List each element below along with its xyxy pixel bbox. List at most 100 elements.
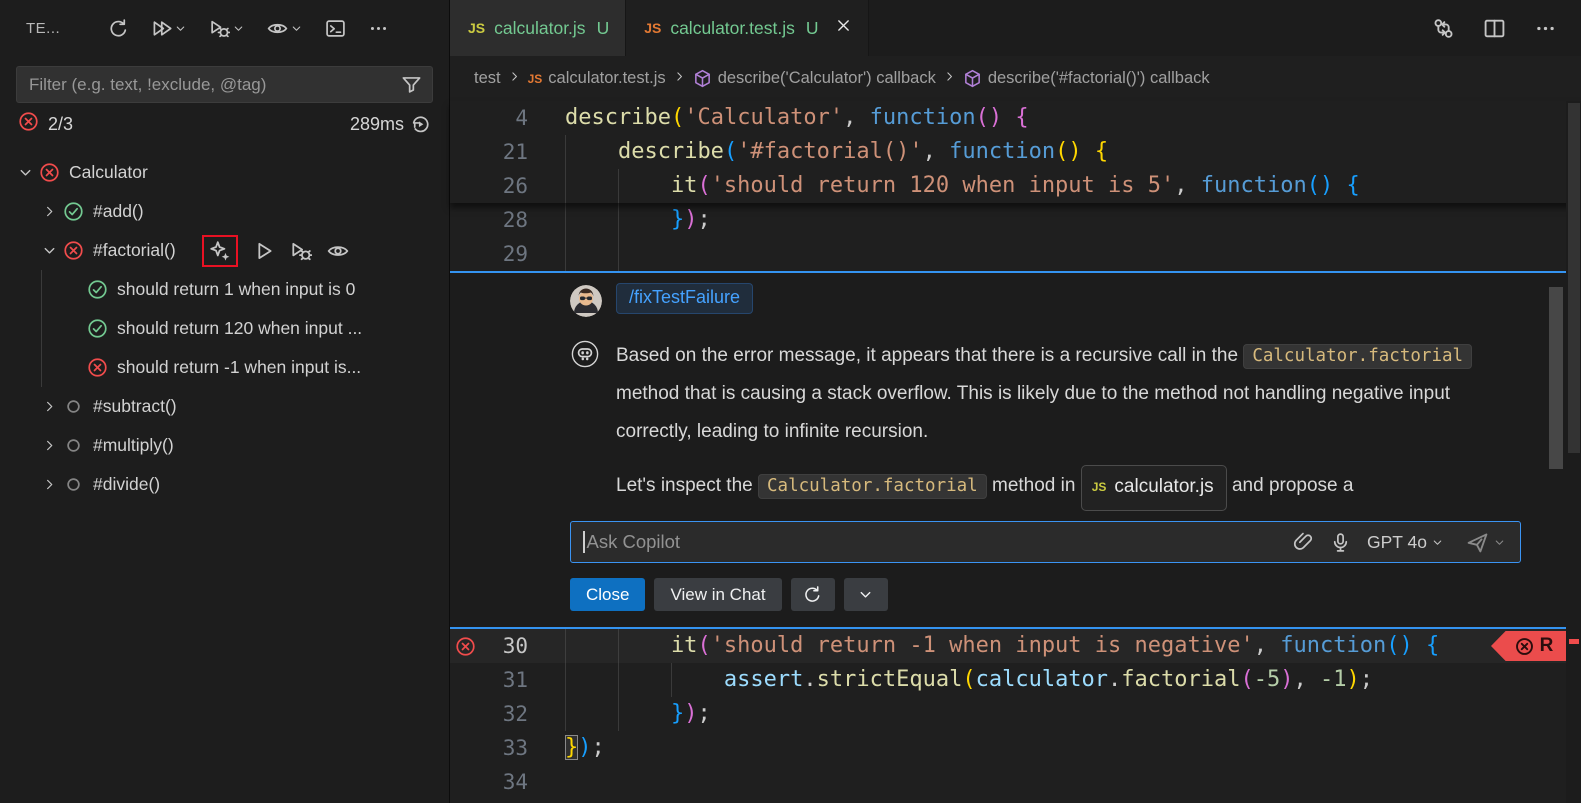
chevron-right-icon[interactable] [38, 399, 60, 414]
chevron-down-icon[interactable] [14, 164, 36, 181]
test-tree-item--subtract-[interactable]: #subtract() [0, 387, 449, 426]
sparkle-icon [209, 240, 231, 262]
attach-context-button[interactable] [1293, 532, 1314, 553]
test-state-fail-icon [84, 357, 110, 378]
indent-guide [618, 203, 671, 237]
breadcrumb: test JScalculator.test.js describe('Calcul… [450, 56, 1581, 101]
chevron-right-icon [42, 204, 57, 219]
test-filter-input[interactable] [29, 75, 401, 95]
model-picker[interactable]: GPT 4o [1367, 532, 1444, 553]
breadcrumb-item[interactable]: describe('Calculator') callback [693, 69, 936, 88]
view-in-chat-button[interactable]: View in Chat [654, 578, 781, 611]
gutter: 26 [450, 169, 528, 203]
play-action-button[interactable] [253, 240, 275, 262]
indent-guide [565, 629, 618, 663]
test-state-none-icon [60, 474, 86, 495]
regenerate-button[interactable] [791, 578, 835, 611]
indent-guide [565, 135, 618, 169]
breadcrumb-separator [943, 70, 956, 87]
test-filter-box [16, 66, 433, 103]
test-tree-item-should-return-1-when-input-is-[interactable]: should return -1 when input is... [0, 348, 449, 387]
tab-calculator.js[interactable]: JScalculator.jsU [450, 0, 626, 56]
chat-action-buttons: Close View in Chat [570, 578, 1581, 611]
breadcrumb-item[interactable]: test [474, 69, 501, 88]
test-tree-item--multiply-[interactable]: #multiply() [0, 426, 449, 465]
run-all-toolbar-button[interactable] [147, 14, 191, 43]
file-chip-label: calculator.js [1114, 468, 1213, 506]
test-item-label: #multiply() [93, 435, 174, 456]
line-number: 21 [480, 140, 528, 164]
copilot-icon [570, 349, 600, 374]
gutter: 33 [450, 731, 528, 765]
user-avatar [570, 285, 602, 317]
rerun-last-run-button[interactable] [410, 114, 431, 135]
test-tree-item--add-[interactable]: #add() [0, 192, 449, 231]
test-failure-flag[interactable]: R [1491, 631, 1577, 661]
chevron-right-icon [943, 70, 956, 83]
editor-scrollbar-thumb[interactable] [1568, 103, 1580, 453]
chevron-right-icon[interactable] [38, 438, 60, 453]
close-tab-icon[interactable] [835, 17, 852, 39]
chat-input-box: Ask Copilot GPT 4o [570, 521, 1521, 563]
filter-options-button[interactable] [401, 74, 422, 95]
tab-calculator.test.js[interactable]: JScalculator.test.jsU [626, 0, 869, 56]
code-line-26[interactable]: 26it('should return 120 when input is 5'… [450, 169, 1581, 203]
more-editor-action-button[interactable] [1532, 15, 1559, 42]
symbol-icon [963, 69, 982, 88]
terminal-toolbar-button[interactable] [321, 14, 350, 43]
message-text: Based on the error message, it appears t… [616, 345, 1243, 366]
sparkle-action-button[interactable] [209, 240, 231, 262]
breadcrumb-item[interactable]: describe('#factorial()') callback [963, 69, 1210, 88]
code-text: }); [671, 697, 711, 731]
code-line-34[interactable]: 34 [450, 765, 1581, 799]
editor-scrollbar[interactable] [1566, 101, 1581, 803]
code-line-28[interactable]: 28}); [450, 203, 1581, 237]
test-tree-item-should-return-1-when-input-is-0[interactable]: should return 1 when input is 0 [0, 270, 449, 309]
breadcrumb-item[interactable]: JScalculator.test.js [528, 69, 666, 88]
line-number: 31 [480, 668, 528, 692]
indent-guide [671, 663, 724, 697]
chevron-right-icon[interactable] [38, 204, 60, 219]
more-toolbar-button[interactable] [364, 14, 393, 43]
close-button[interactable]: Close [570, 578, 645, 611]
error-icon [455, 636, 476, 657]
gutter: 31 [450, 663, 528, 697]
watch-action-button[interactable] [327, 240, 349, 262]
code-line-30[interactable]: 30it('should return -1 when input is neg… [450, 629, 1581, 663]
chat-scrollbar-thumb[interactable] [1549, 287, 1563, 469]
split-editor-action-button[interactable] [1481, 15, 1508, 42]
code-line-4[interactable]: 4describe('Calculator', function() { [450, 101, 1581, 135]
inline-code-chip: Calculator.factorial [1243, 344, 1472, 369]
send-button[interactable] [1466, 531, 1506, 554]
code-line-33[interactable]: 33}); [450, 731, 1581, 765]
code-line-21[interactable]: 21describe('#factorial()', function() { [450, 135, 1581, 169]
test-tree-item--divide-[interactable]: #divide() [0, 465, 449, 504]
code-line-32[interactable]: 32}); [450, 697, 1581, 731]
code-line-29[interactable]: 29 [450, 237, 1581, 271]
watch-toolbar-button[interactable] [263, 14, 307, 43]
breadcrumb-label: test [474, 69, 501, 88]
chevron-down-icon[interactable] [38, 242, 60, 259]
test-tree-item-should-return-120-when-input-[interactable]: should return 120 when input ... [0, 309, 449, 348]
code-line-31[interactable]: 31assert.strictEqual(calculator.factoria… [450, 663, 1581, 697]
test-tree-item-calculator[interactable]: Calculator [0, 153, 449, 192]
compare-editor-action-button[interactable] [1430, 15, 1457, 42]
tab-bar: JScalculator.jsUJScalculator.test.jsU [450, 0, 1581, 56]
more-actions-dropdown-button[interactable] [844, 578, 888, 611]
test-state-pass-icon [84, 318, 110, 339]
chevron-right-icon[interactable] [38, 477, 60, 492]
test-failure-gutter-icon[interactable] [450, 636, 480, 657]
message-text: Let's inspect the [616, 475, 758, 496]
mic-button[interactable] [1330, 532, 1351, 553]
circle-icon [63, 396, 84, 417]
chat-input-placeholder[interactable]: Ask Copilot [587, 531, 1294, 553]
text-cursor [583, 531, 585, 553]
refresh-toolbar-button[interactable] [104, 14, 133, 43]
debug-all-action-button[interactable] [290, 240, 312, 262]
test-run-duration: 289ms [350, 114, 404, 135]
debug-all-toolbar-button[interactable] [205, 14, 249, 43]
test-item-label: #factorial() [93, 240, 176, 261]
file-reference-chip[interactable]: JScalculator.js [1081, 465, 1227, 511]
test-item-label: Calculator [69, 162, 148, 183]
test-tree-item--factorial-[interactable]: #factorial() [0, 231, 449, 270]
